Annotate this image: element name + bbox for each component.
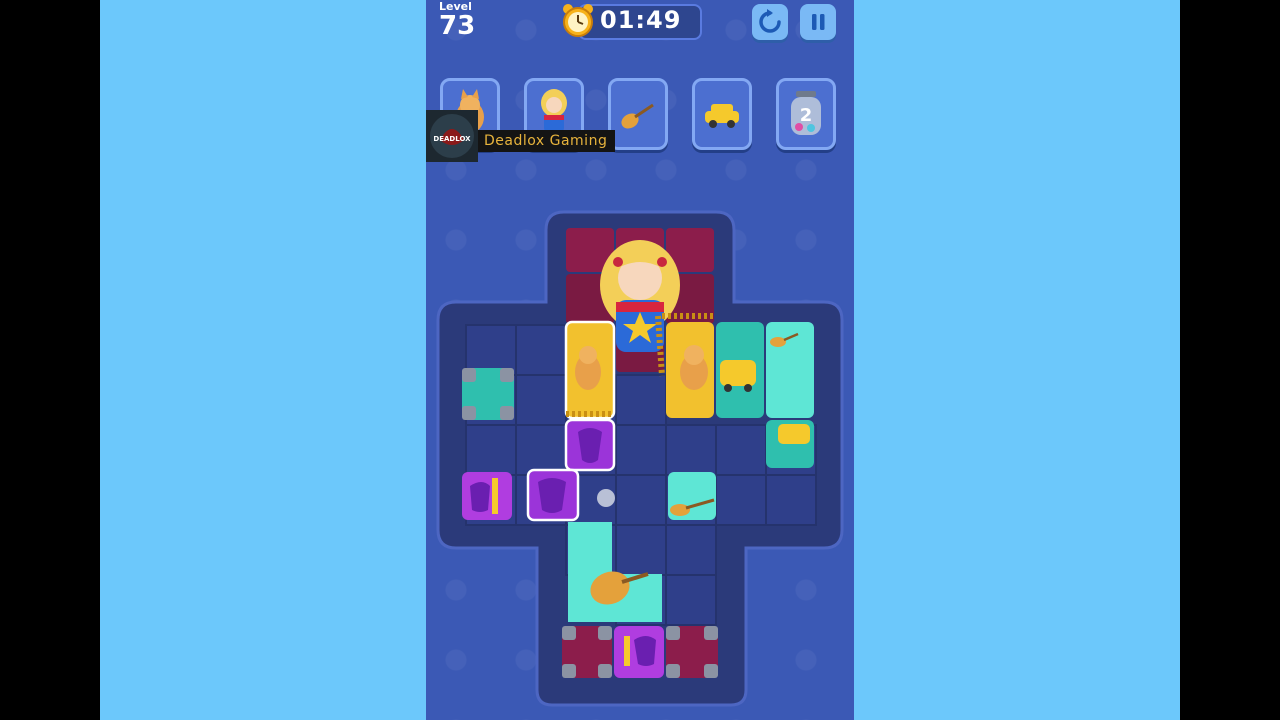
teal-taxi-block-small (766, 420, 814, 468)
yellow-cat-block-left (564, 320, 616, 420)
svg-text:DEADLOX: DEADLOX (433, 135, 471, 143)
game-screen: Level 73 01:49 2 DEADLOX Deadlox Gaming (426, 0, 854, 720)
teal-locked-block (462, 368, 514, 420)
purple-candy-block-3 (462, 472, 512, 520)
teal-taxi-block (716, 322, 764, 418)
purple-candy-block-1 (564, 418, 616, 472)
empty-slot-dot (597, 489, 615, 507)
teal-guitar-block-top (766, 322, 814, 418)
channel-logo: DEADLOX (426, 110, 478, 162)
right-letterbox (854, 0, 1180, 720)
puzzle-board (436, 210, 844, 707)
channel-name: Deadlox Gaming (478, 130, 616, 152)
left-letterbox (100, 0, 426, 720)
teal-guitar-block-small (668, 472, 716, 520)
bottom-row-blocks (562, 626, 718, 678)
yellow-cat-block-right (655, 313, 716, 418)
purple-candy-block-2 (526, 468, 580, 522)
